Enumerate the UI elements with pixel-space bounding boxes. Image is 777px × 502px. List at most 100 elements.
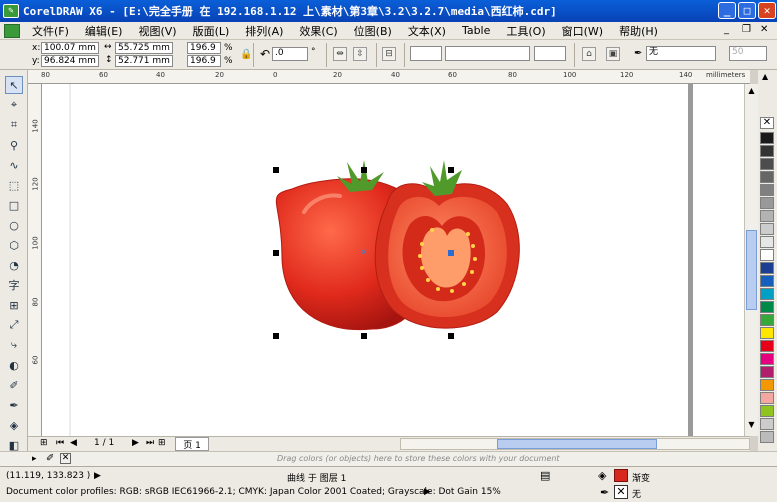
palette-swatch[interactable] — [760, 431, 774, 443]
scroll-down-icon[interactable]: ▼ — [746, 420, 757, 432]
polygon-tool-icon[interactable]: ⬡ — [5, 236, 23, 254]
selection-handle[interactable] — [448, 333, 454, 339]
palette-swatch[interactable] — [760, 405, 774, 417]
snap-icon[interactable]: ▤ — [540, 469, 550, 482]
rotation-field[interactable]: .0 — [272, 47, 308, 61]
style-dropdown-3[interactable] — [534, 46, 566, 61]
palette-swatch[interactable] — [760, 249, 774, 261]
horizontal-scrollbar[interactable] — [400, 438, 750, 450]
palette-swatch[interactable] — [760, 353, 774, 365]
close-button[interactable]: ✕ — [758, 2, 776, 19]
palette-swatch[interactable] — [760, 184, 774, 196]
wrap-text-icon[interactable]: ⌂ — [582, 47, 596, 61]
add-page-after-icon[interactable]: ⊞ — [158, 438, 166, 448]
hscroll-thumb[interactable] — [497, 439, 657, 449]
eyedropper-tool-icon[interactable]: ✐ — [5, 376, 23, 394]
no-fill-icon[interactable]: ✕ — [60, 453, 71, 464]
width-field[interactable]: 55.725 mm — [115, 42, 173, 54]
palette-swatch[interactable] — [760, 275, 774, 287]
prev-page-icon[interactable]: ◀ — [70, 438, 77, 448]
selection-handle[interactable] — [361, 167, 367, 173]
menu-file[interactable]: 文件(F) — [24, 23, 77, 39]
menu-window[interactable]: 窗口(W) — [554, 23, 611, 39]
shape-tool-icon[interactable]: ⌖ — [5, 96, 23, 114]
menu-layout[interactable]: 版面(L) — [185, 23, 238, 39]
scroll-up-icon[interactable]: ▲ — [746, 86, 757, 98]
pick-tool-icon[interactable]: ↖ — [5, 76, 23, 94]
smart-fill-tool-icon[interactable]: ⬚ — [5, 176, 23, 194]
scale-height-field[interactable]: 196.9 — [187, 55, 221, 67]
menu-effects[interactable]: 效果(C) — [291, 23, 345, 39]
vertical-scrollbar[interactable]: ▲ ▼ — [744, 84, 758, 436]
dimension-tool-icon[interactable]: ⤢ — [5, 316, 23, 334]
connector-tool-icon[interactable]: ⤷ — [5, 336, 23, 354]
profiles-expand-icon[interactable]: ▶ — [424, 487, 431, 497]
selection-handle[interactable] — [273, 167, 279, 173]
menu-bitmaps[interactable]: 位图(B) — [346, 23, 400, 39]
menu-table[interactable]: Table — [454, 24, 498, 37]
palette-swatch[interactable] — [760, 236, 774, 248]
palette-swatch[interactable] — [760, 392, 774, 404]
no-color-swatch[interactable]: ✕ — [760, 117, 774, 129]
menu-text[interactable]: 文本(X) — [400, 23, 454, 39]
fill-tool-icon[interactable]: ◈ — [5, 416, 23, 434]
to-front-icon[interactable]: ▣ — [606, 47, 620, 61]
palette-swatch[interactable] — [760, 223, 774, 235]
palette-swatch[interactable] — [760, 314, 774, 326]
freehand-tool-icon[interactable]: ∿ — [5, 156, 23, 174]
palette-swatch[interactable] — [760, 171, 774, 183]
style-dropdown-1[interactable] — [410, 46, 442, 61]
selection-handle[interactable] — [448, 167, 454, 173]
menu-tools[interactable]: 工具(O) — [498, 23, 553, 39]
doc-minimize-button[interactable]: _ — [724, 24, 729, 35]
blend-tool-icon[interactable]: ◐ — [5, 356, 23, 374]
first-page-icon[interactable]: ⏮ — [56, 438, 64, 448]
text-tool-icon[interactable]: 字 — [5, 276, 23, 294]
palette-swatch[interactable] — [760, 340, 774, 352]
maximize-button[interactable]: □ — [738, 2, 756, 19]
scroll-thumb[interactable] — [746, 230, 757, 310]
center-node[interactable] — [448, 250, 454, 256]
palette-swatch[interactable] — [760, 288, 774, 300]
menu-view[interactable]: 视图(V) — [130, 23, 184, 39]
palette-swatch[interactable] — [760, 132, 774, 144]
outline-width-dropdown[interactable]: 无 — [646, 46, 716, 61]
x-position-field[interactable]: 100.07 mm — [41, 42, 99, 54]
palette-up-icon[interactable]: ▲ — [762, 72, 768, 81]
palette-swatch[interactable] — [760, 379, 774, 391]
palette-menu-icon[interactable]: ▸ — [32, 454, 37, 464]
next-page-icon[interactable]: ▶ — [132, 438, 139, 448]
height-field[interactable]: 52.771 mm — [115, 55, 173, 67]
align-icon[interactable]: ⊟ — [382, 47, 396, 61]
add-page-icon[interactable]: ⊞ — [40, 438, 48, 448]
eyedropper-icon[interactable]: ✐ — [46, 453, 54, 464]
y-position-field[interactable]: 96.824 mm — [41, 55, 99, 67]
basic-shapes-tool-icon[interactable]: ◔ — [5, 256, 23, 274]
mirror-vertical-icon[interactable]: ⇳ — [353, 47, 367, 61]
fill-color-swatch[interactable] — [614, 469, 628, 482]
crop-tool-icon[interactable]: ⌗ — [5, 116, 23, 134]
last-page-icon[interactable]: ⏭ — [146, 438, 154, 448]
style-dropdown-2[interactable] — [445, 46, 530, 61]
status-expand-icon[interactable]: ▶ — [94, 471, 101, 481]
palette-swatch[interactable] — [760, 197, 774, 209]
minimize-button[interactable]: _ — [718, 2, 736, 19]
selection-handle[interactable] — [361, 333, 367, 339]
ellipse-tool-icon[interactable]: ○ — [5, 216, 23, 234]
palette-swatch[interactable] — [760, 210, 774, 222]
menu-help[interactable]: 帮助(H) — [611, 23, 666, 39]
palette-swatch[interactable] — [760, 418, 774, 430]
scale-width-field[interactable]: 196.9 — [187, 42, 221, 54]
palette-swatch[interactable] — [760, 301, 774, 313]
menu-arrange[interactable]: 排列(A) — [237, 23, 291, 39]
selection-handle[interactable] — [273, 250, 279, 256]
palette-swatch[interactable] — [760, 262, 774, 274]
outline-tool-icon[interactable]: ✒ — [5, 396, 23, 414]
mirror-horizontal-icon[interactable]: ⇹ — [333, 47, 347, 61]
doc-close-button[interactable]: ✕ — [760, 24, 768, 35]
lock-ratio-icon[interactable]: 🔒 — [240, 49, 252, 60]
palette-swatch[interactable] — [760, 145, 774, 157]
doc-restore-button[interactable]: ❐ — [742, 24, 751, 35]
palette-swatch[interactable] — [760, 327, 774, 339]
selection-handle[interactable] — [273, 333, 279, 339]
